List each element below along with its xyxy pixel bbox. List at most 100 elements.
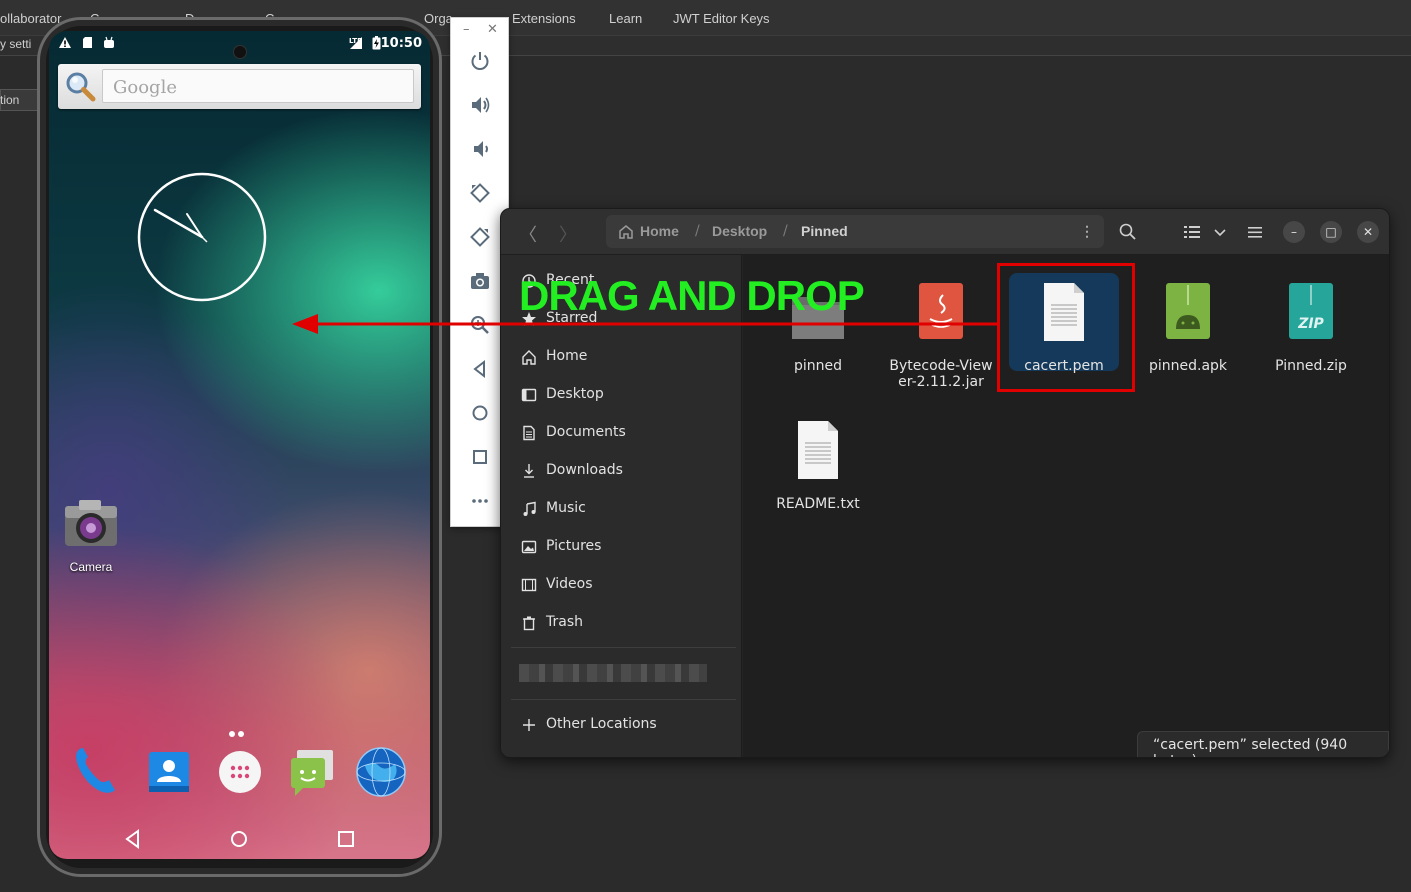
- breadcrumb-separator: /: [695, 223, 700, 239]
- volume-up-button[interactable]: [466, 91, 494, 119]
- contacts-app-icon[interactable]: [143, 746, 195, 798]
- sd-card-icon: [83, 37, 92, 48]
- phone-app-icon[interactable]: [69, 746, 121, 798]
- path-bar[interactable]: Home / Desktop / Pinned ⋮: [606, 215, 1104, 248]
- background-tab-label: tion: [0, 93, 20, 107]
- emu-more-button[interactable]: [466, 487, 494, 515]
- power-icon: [471, 52, 489, 70]
- app-drawer-icon[interactable]: [214, 746, 266, 798]
- page-indicator: [229, 722, 253, 737]
- google-search-input[interactable]: Google: [102, 69, 414, 103]
- desktop: { "background_app": { "menu": ["ollabora…: [0, 0, 1411, 892]
- status-time: 10:50: [380, 36, 422, 51]
- home-circle-icon: [472, 405, 488, 421]
- emu-back-button[interactable]: [466, 355, 494, 383]
- window-close-button[interactable]: ✕: [1357, 221, 1379, 243]
- forward-nav-icon[interactable]: 〉: [559, 221, 577, 247]
- google-search-widget[interactable]: Google: [58, 64, 421, 109]
- sidebar-item-other-locations[interactable]: Other Locations: [521, 715, 736, 743]
- sidebar-separator: [511, 647, 736, 648]
- video-icon: [521, 578, 537, 592]
- file-name: README.txt: [776, 496, 860, 512]
- selection-status: “cacert.pem” selected (940 bytes): [1137, 731, 1389, 757]
- sidebar-item-music[interactable]: Music: [521, 499, 736, 527]
- screenshot-button[interactable]: [466, 267, 494, 295]
- menu-jwt-editor-keys[interactable]: JWT Editor Keys: [673, 11, 770, 26]
- volume-down-icon: [474, 141, 488, 157]
- window-minimize-button[interactable]: –: [1283, 221, 1305, 243]
- magnifier-icon: [66, 72, 96, 102]
- zip-archive-icon: ZIP: [1289, 283, 1333, 339]
- chevron-down-icon[interactable]: [1210, 222, 1230, 242]
- breadcrumb-desktop[interactable]: Desktop: [712, 223, 767, 239]
- sidebar-item-pictures[interactable]: Pictures: [521, 537, 736, 565]
- front-camera: [233, 45, 247, 59]
- sidebar-label: Music: [546, 500, 586, 516]
- sidebar-item-trash[interactable]: Trash: [521, 613, 736, 641]
- hamburger-menu-icon[interactable]: [1245, 222, 1265, 242]
- window-maximize-button[interactable]: □: [1320, 221, 1342, 243]
- google-placeholder: Google: [113, 77, 177, 98]
- file-name: pinned.apk: [1148, 358, 1228, 374]
- emu-overview-button[interactable]: [466, 443, 494, 471]
- recents-square-icon[interactable]: [334, 827, 358, 851]
- path-menu-icon[interactable]: ⋮: [1080, 223, 1094, 240]
- picture-icon: [521, 540, 537, 554]
- sidebar-item-home[interactable]: Home: [521, 347, 736, 375]
- warning-icon: [59, 37, 71, 48]
- trash-icon: [523, 616, 535, 631]
- sidebar-item-videos[interactable]: Videos: [521, 575, 736, 603]
- background-settings-tab[interactable]: y setti: [0, 37, 31, 51]
- rotate-left-icon: [470, 183, 490, 203]
- sidebar-item-documents[interactable]: Documents: [521, 423, 736, 451]
- file-item-pinned-zip[interactable]: ZIP Pinned.zip: [1256, 283, 1366, 393]
- file-name: Bytecode-Viewer-2.11.2.jar: [889, 358, 993, 390]
- android-apk-icon: [1166, 283, 1210, 339]
- minimize-icon[interactable]: –: [463, 22, 470, 37]
- rotate-left-button[interactable]: [466, 179, 494, 207]
- sidebar-item-downloads[interactable]: Downloads: [521, 461, 736, 489]
- back-icon: [473, 359, 485, 379]
- sidebar-label: Pictures: [546, 538, 602, 554]
- sidebar-label: Home: [546, 348, 588, 364]
- breadcrumb-home[interactable]: Home: [640, 223, 679, 239]
- menu-learn[interactable]: Learn: [609, 11, 642, 26]
- close-icon[interactable]: ✕: [487, 22, 498, 37]
- android-navigation-bar: [49, 819, 430, 859]
- power-button[interactable]: [466, 47, 494, 75]
- sidebar-label: Desktop: [546, 386, 604, 402]
- menu-extensions[interactable]: Extensions: [512, 11, 576, 26]
- android-icon: [104, 36, 114, 48]
- emu-home-button[interactable]: [466, 399, 494, 427]
- plus-icon: [523, 719, 535, 731]
- analog-clock-widget[interactable]: [137, 172, 267, 302]
- browser-globe-icon[interactable]: [355, 746, 407, 798]
- list-view-icon[interactable]: [1182, 222, 1202, 242]
- messaging-app-icon[interactable]: [285, 746, 337, 798]
- sidebar-item-desktop[interactable]: Desktop: [521, 385, 736, 413]
- breadcrumb-pinned[interactable]: Pinned: [801, 223, 848, 239]
- file-item-bytecode-viewer-jar[interactable]: Bytecode-Viewer-2.11.2.jar: [886, 283, 996, 413]
- svg-text:ZIP: ZIP: [1297, 316, 1324, 332]
- sidebar-label: Other Locations: [546, 716, 657, 732]
- camera-app-label: Camera: [69, 560, 113, 574]
- desktop-icon: [521, 388, 537, 402]
- home-circle-icon[interactable]: [227, 827, 251, 851]
- menu-organizer[interactable]: Orga: [424, 11, 453, 26]
- phone-screen[interactable]: LTE 10:50 Google Camera: [49, 31, 430, 859]
- volume-down-button[interactable]: [466, 135, 494, 163]
- redacted-bookmark[interactable]: [519, 664, 707, 682]
- file-item-readme-txt[interactable]: README.txt: [763, 421, 873, 531]
- back-nav-icon[interactable]: 〈: [519, 221, 537, 247]
- document-icon: [523, 425, 535, 441]
- drag-and-drop-annotation: DRAG AND DROP: [519, 272, 865, 319]
- search-icon[interactable]: [1118, 222, 1138, 242]
- menu-collaborator[interactable]: ollaborator: [0, 11, 61, 26]
- file-name: Pinned.zip: [1275, 358, 1347, 374]
- file-name: pinned: [793, 358, 843, 374]
- file-item-pinned-apk[interactable]: pinned.apk: [1133, 283, 1243, 393]
- back-icon[interactable]: [121, 827, 145, 851]
- rotate-right-button[interactable]: [466, 223, 494, 251]
- home-icon: [619, 225, 633, 239]
- camera-app[interactable]: Camera: [61, 496, 121, 574]
